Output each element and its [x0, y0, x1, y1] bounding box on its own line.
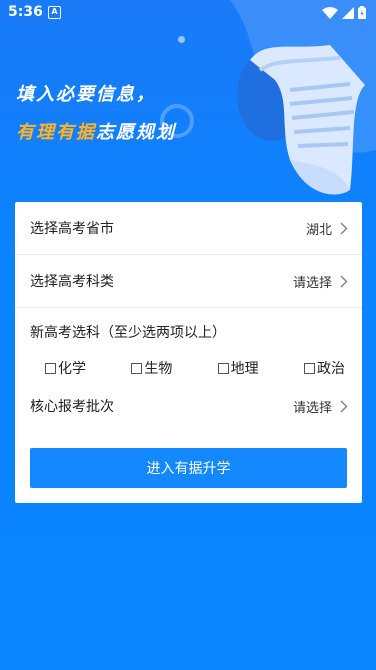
subject-checkbox-geography[interactable]: 地理	[217, 358, 259, 378]
subject-label: 政治	[316, 361, 345, 377]
chevron-right-icon	[340, 274, 348, 288]
chevron-right-icon	[340, 399, 348, 413]
chevron-right-icon	[340, 221, 348, 235]
hero-heading: 填入必要信息，	[16, 84, 156, 105]
batch-selector[interactable]: 核心报考批次 请选择	[15, 380, 362, 432]
subject-label: 生物	[144, 361, 173, 377]
subject-checkbox-biology[interactable]: 生物	[131, 358, 172, 378]
divider	[15, 307, 362, 308]
notification-icon: A	[48, 6, 61, 19]
province-selector[interactable]: 选择高考省市 湖北	[15, 202, 362, 254]
category-value: 请选择	[292, 275, 332, 291]
hero-highlight-text: 有理有据	[16, 122, 96, 143]
province-value: 湖北	[305, 222, 332, 238]
checkbox-icon[interactable]	[217, 362, 229, 374]
checkbox-icon[interactable]	[131, 362, 143, 374]
batch-value-group: 请选择	[293, 397, 348, 416]
batch-value: 请选择	[292, 400, 332, 416]
checkbox-icon[interactable]	[303, 362, 315, 374]
subject-checkbox-politics[interactable]: 政治	[303, 358, 345, 378]
document-scroll-illustration	[230, 0, 376, 195]
hero-subheading: 有理有据志愿规划	[16, 118, 176, 144]
status-time: 5:36	[8, 4, 43, 20]
category-value-group: 请选择	[293, 272, 348, 291]
province-label: 选择高考省市	[30, 221, 114, 237]
checkbox-icon[interactable]	[45, 362, 56, 374]
category-selector[interactable]: 选择高考科类 请选择	[15, 255, 362, 307]
submit-button[interactable]: 进入有据升学	[30, 448, 347, 488]
subject-checkbox-group: 化学 生物 地理 政治	[45, 358, 345, 378]
subject-checkbox-chemistry[interactable]: 化学	[45, 358, 86, 378]
decor-dot-small	[178, 36, 185, 43]
subject-label: 地理	[230, 361, 259, 377]
province-value-group: 湖北	[306, 219, 348, 238]
form-card: 选择高考省市 湖北 选择高考科类 请选择 新高考选科（至少选两项以上） 化学 生…	[15, 202, 362, 503]
hero-rest-text: 志愿规划	[96, 122, 176, 143]
batch-label: 核心报考批次	[30, 399, 114, 415]
category-label: 选择高考科类	[30, 274, 114, 290]
subject-label: 化学	[58, 361, 86, 377]
subject-selection-title: 新高考选科（至少选两项以上）	[30, 325, 226, 341]
